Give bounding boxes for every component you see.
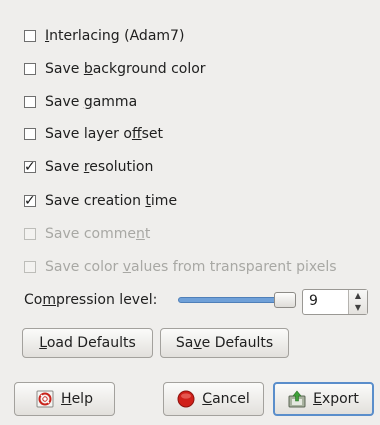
- save-background-color-checkbox[interactable]: Save background color: [24, 59, 206, 79]
- compression-level-label: Co m pression level:: [24, 292, 158, 308]
- export-icon: [288, 390, 306, 408]
- cancel-button[interactable]: Cancel: [163, 382, 264, 416]
- spin-up-icon[interactable]: ▲: [349, 290, 367, 302]
- save-comment-checkbox: Save comment: [24, 224, 150, 244]
- export-label: Export: [313, 391, 359, 407]
- cancel-label: Cancel: [202, 391, 250, 407]
- help-button[interactable]: Help: [14, 382, 115, 416]
- load-defaults-button[interactable]: Load Defaults: [22, 328, 153, 358]
- save-layer-offset-checkbox-box[interactable]: [24, 128, 36, 140]
- interlacing-label: Interlacing (Adam7): [45, 28, 185, 44]
- save-resolution-checkbox-box[interactable]: [24, 157, 36, 177]
- interlacing-checkbox-box[interactable]: [24, 30, 36, 42]
- save-color-values-checkbox: Save color values from transparent pixel…: [24, 257, 337, 277]
- compression-slider-handle[interactable]: [274, 292, 296, 308]
- save-gamma-label: Save gamma: [45, 94, 138, 110]
- help-label: Help: [61, 391, 93, 407]
- save-background-color-checkbox-box[interactable]: [24, 63, 36, 75]
- save-gamma-checkbox[interactable]: Save gamma: [24, 92, 137, 112]
- help-icon: [36, 390, 54, 408]
- compression-level-slider[interactable]: [178, 292, 296, 308]
- interlacing-checkbox[interactable]: Interlacing (Adam7): [24, 26, 184, 46]
- save-resolution-label: Save resolution: [45, 159, 154, 175]
- spin-arrows[interactable]: ▲ ▼: [348, 290, 367, 314]
- compression-level-value[interactable]: 9: [309, 293, 318, 309]
- save-defaults-button[interactable]: Save Defaults: [160, 328, 289, 358]
- cancel-icon: [177, 390, 195, 408]
- save-layer-offset-label: Save layer offset: [45, 126, 164, 142]
- save-creation-time-label: Save creation time: [45, 193, 178, 209]
- save-comment-checkbox-box: [24, 228, 36, 240]
- save-color-values-label: Save color values from transparent pixel…: [45, 259, 337, 275]
- save-defaults-label: Save Defaults: [175, 335, 274, 351]
- save-color-values-checkbox-box: [24, 261, 36, 273]
- save-creation-time-checkbox-box[interactable]: [24, 191, 36, 211]
- save-resolution-checkbox[interactable]: Save resolution: [24, 157, 153, 177]
- load-defaults-label: Load Defaults: [39, 335, 136, 351]
- save-comment-label: Save comment: [45, 226, 151, 242]
- save-gamma-checkbox-box[interactable]: [24, 96, 36, 108]
- save-background-color-label: Save background color: [45, 61, 206, 77]
- spin-down-icon[interactable]: ▼: [349, 302, 367, 314]
- save-creation-time-checkbox[interactable]: Save creation time: [24, 191, 177, 211]
- save-layer-offset-checkbox[interactable]: Save layer offset: [24, 124, 163, 144]
- compression-level-spinbutton[interactable]: 9 ▲ ▼: [302, 289, 368, 315]
- export-button[interactable]: Export: [273, 382, 374, 416]
